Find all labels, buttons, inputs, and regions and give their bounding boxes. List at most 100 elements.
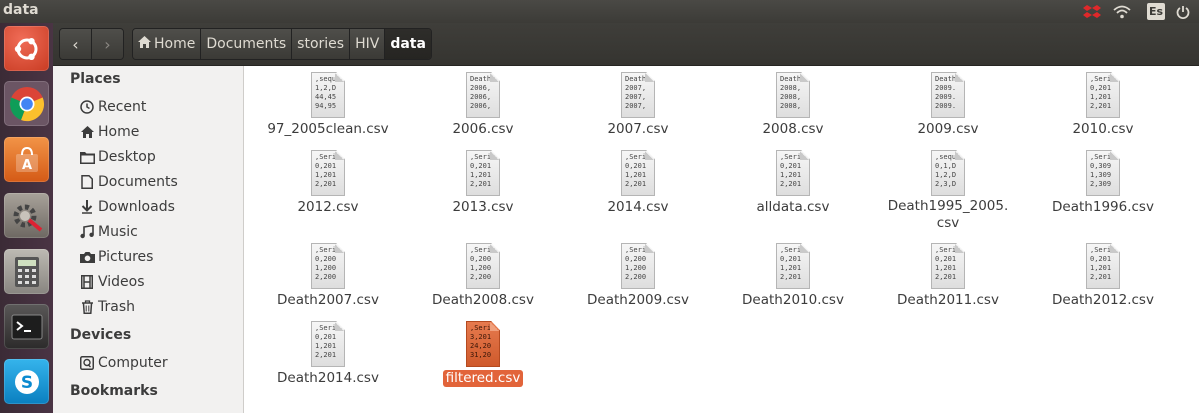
file-name-label: Death2014.csv [277, 370, 379, 386]
file-2014-csv[interactable]: ,Seri 0,201 1,201 2,201 2014.csv [563, 150, 713, 216]
skype-icon[interactable]: S [4, 359, 49, 404]
power-icon[interactable] [1173, 3, 1193, 20]
keyboard-layout-indicator[interactable]: Es [1147, 3, 1165, 20]
calculator-icon[interactable] [4, 249, 49, 294]
file-name-label: filtered.csv [442, 370, 524, 387]
file-97-2005clean-csv[interactable]: ,sequ 1,2,D 44,45 94,95 97_2005clean.csv [253, 72, 403, 138]
window-title: data [3, 2, 39, 18]
file-death2007-csv[interactable]: ,Seri 0,200 1,200 2,200 Death2007.csv [253, 243, 403, 309]
file-name-label: Death2012.csv [1052, 292, 1154, 308]
file-alldata-csv[interactable]: ,Seri 0,201 1,201 2,201 alldata.csv [718, 150, 868, 216]
csv-file-icon: ,Seri 0,309 1,309 2,309 [1086, 150, 1120, 196]
wifi-icon[interactable] [1111, 3, 1133, 20]
breadcrumb-home[interactable]: Home [133, 29, 201, 59]
file-2009-csv[interactable]: Death 2009. 2009. 2009. 2009.csv [873, 72, 1023, 138]
devices-heading: Devices [70, 327, 132, 343]
breadcrumb-hiv[interactable]: HIV [349, 29, 385, 59]
music-note-icon [79, 224, 95, 240]
csv-file-icon: ,Seri 0,201 1,201 2,201 [776, 150, 810, 196]
sidebar-item-documents[interactable]: Documents [79, 171, 178, 193]
svg-text:A: A [21, 158, 31, 173]
file-name-label: alldata.csv [756, 199, 830, 215]
file-2006-csv[interactable]: Death 2006, 2006, 2006, 2006.csv [408, 72, 558, 138]
breadcrumb: Home Documents stories HIV data [132, 28, 432, 60]
csv-file-icon: ,Seri 0,201 1,201 2,201 [311, 150, 345, 196]
file-death2011-csv[interactable]: ,Seri 0,201 1,201 2,201 Death2011.csv [873, 243, 1023, 309]
sidebar-item-downloads[interactable]: Downloads [79, 196, 175, 218]
chrome-browser-icon[interactable] [4, 81, 49, 126]
sidebar-item-home[interactable]: Home [79, 121, 139, 143]
sidebar-item-trash[interactable]: Trash [79, 296, 135, 318]
file-2010-csv[interactable]: ,Seri 0,201 1,201 2,201 2010.csv [1028, 72, 1178, 138]
file-name-label: Death1995_2005.csv [887, 198, 1009, 231]
csv-file-icon: Death 2009. 2009. 2009. [931, 72, 965, 118]
csv-file-icon: Death 2008, 2008, 2008, [776, 72, 810, 118]
file-death2010-csv[interactable]: ,Seri 0,201 1,201 2,201 Death2010.csv [718, 243, 868, 309]
folder-icon [79, 149, 95, 165]
csv-file-icon: ,Seri 0,200 1,200 2,200 [311, 243, 345, 289]
sidebar-item-desktop[interactable]: Desktop [79, 146, 156, 168]
file-name-label: 2006.csv [452, 121, 514, 137]
breadcrumb-data[interactable]: data [384, 29, 431, 59]
trash-icon [79, 299, 95, 315]
forward-arrow-icon: › [104, 34, 111, 54]
ubuntu-dash-icon[interactable] [4, 26, 49, 71]
csv-file-icon: ,Seri 0,200 1,200 2,200 [466, 243, 500, 289]
file-name-label: 2012.csv [297, 199, 359, 215]
svg-text:S: S [20, 373, 32, 393]
file-2013-csv[interactable]: ,Seri 0,201 1,201 2,201 2013.csv [408, 150, 558, 216]
csv-file-icon: ,sequ 1,2,D 44,45 94,95 [311, 72, 345, 118]
file-2012-csv[interactable]: ,Seri 0,201 1,201 2,201 2012.csv [253, 150, 403, 216]
file-2007-csv[interactable]: Death 2007, 2007, 2007, 2007.csv [563, 72, 713, 138]
file-death2012-csv[interactable]: ,Seri 0,201 1,201 2,201 Death2012.csv [1028, 243, 1178, 309]
file-death2008-csv[interactable]: ,Seri 0,200 1,200 2,200 Death2008.csv [408, 243, 558, 309]
file-death2014-csv[interactable]: ,Seri 0,201 1,201 2,201 Death2014.csv [253, 321, 403, 387]
file-death1995-2005-csv[interactable]: ,sequ 0,1,D 1,2,D 2,3,D Death1995_2005.cs… [873, 150, 1023, 232]
file-name-label: 2010.csv [1072, 121, 1134, 137]
csv-file-icon: ,Seri 3,201 24,20 31,20 [466, 321, 500, 367]
file-name-label: 2009.csv [917, 121, 979, 137]
forward-button[interactable]: › [91, 29, 123, 59]
breadcrumb-stories[interactable]: stories [291, 29, 350, 59]
csv-file-icon: ,Seri 0,201 1,201 2,201 [776, 243, 810, 289]
sidebar-item-videos[interactable]: Videos [79, 271, 145, 293]
csv-file-icon: ,Seri 0,201 1,201 2,201 [1086, 243, 1120, 289]
file-death2009-csv[interactable]: ,Seri 0,200 1,200 2,200 Death2009.csv [563, 243, 713, 309]
csv-file-icon: ,sequ 0,1,D 1,2,D 2,3,D [931, 150, 965, 196]
file-filtered-csv[interactable]: ,Seri 3,201 24,20 31,20 filtered.csv [408, 321, 558, 387]
file-name-label: Death2007.csv [277, 292, 379, 308]
csv-file-icon: ,Seri 0,200 1,200 2,200 [621, 243, 655, 289]
file-death1996-csv[interactable]: ,Seri 0,309 1,309 2,309 Death1996.csv [1028, 150, 1178, 216]
home-icon [138, 36, 151, 52]
csv-file-icon: ,Seri 0,201 1,201 2,201 [311, 321, 345, 367]
places-heading: Places [70, 71, 121, 87]
breadcrumb-documents[interactable]: Documents [200, 29, 292, 59]
file-2008-csv[interactable]: Death 2008, 2008, 2008, 2008.csv [718, 72, 868, 138]
file-grid: ,sequ 1,2,D 44,45 94,95 97_2005clean.csv … [244, 66, 1199, 413]
terminal-icon[interactable] [4, 304, 49, 349]
sidebar: Places Recent Home Desktop Documents Dow… [53, 66, 244, 413]
dropbox-icon[interactable] [1081, 3, 1103, 20]
software-center-icon[interactable]: A [4, 137, 49, 182]
system-settings-icon[interactable] [4, 193, 49, 238]
file-name-label: 97_2005clean.csv [267, 121, 389, 137]
hard-drive-icon [79, 355, 95, 371]
back-arrow-icon: ‹ [72, 34, 79, 54]
sidebar-item-music[interactable]: Music [79, 221, 138, 243]
sidebar-item-pictures[interactable]: Pictures [79, 246, 153, 268]
csv-file-icon: Death 2007, 2007, 2007, [621, 72, 655, 118]
home-icon [79, 124, 95, 140]
sidebar-item-recent[interactable]: Recent [79, 96, 146, 118]
file-name-label: Death2009.csv [587, 292, 689, 308]
file-name-label: Death2010.csv [742, 292, 844, 308]
back-button[interactable]: ‹ [60, 29, 91, 59]
camera-icon [79, 249, 95, 265]
sidebar-item-computer[interactable]: Computer [79, 352, 168, 374]
file-manager-toolbar: ‹ › Home Documents stories HIV data [53, 23, 1199, 66]
csv-file-icon: ,Seri 0,201 1,201 2,201 [621, 150, 655, 196]
file-name-label: 2013.csv [452, 199, 514, 215]
csv-file-icon: Death 2006, 2006, 2006, [466, 72, 500, 118]
download-icon [79, 199, 95, 215]
csv-file-icon: ,Seri 0,201 1,201 2,201 [466, 150, 500, 196]
file-name-label: 2008.csv [762, 121, 824, 137]
